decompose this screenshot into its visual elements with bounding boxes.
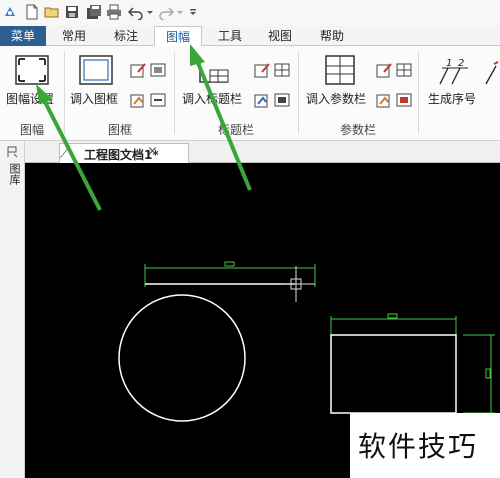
frame-export-icon[interactable] [150,92,166,108]
tab-frame[interactable]: 图幅 [154,26,202,47]
quick-access-toolbar [0,0,500,26]
undo-dropdown-icon[interactable] [146,3,154,21]
tab-view[interactable]: 视图 [262,26,298,46]
ribbon-panel: 图幅设置 图幅 调入图框 图框 调入标题栏 标题栏 调入参数栏 参数栏 1 2 … [0,46,500,141]
edit-frame-icon[interactable] [130,62,146,78]
save-icon[interactable] [64,3,80,21]
group-label-titleblock: 标题栏 [218,123,255,137]
tab-corner-icon [59,145,71,159]
edit-paramblock-icon[interactable] [376,62,392,78]
insert-titleblock-icon[interactable] [196,56,232,86]
group-label-paramblock: 参数栏 [340,123,377,137]
save-all-icon[interactable] [86,3,102,21]
insert-paramblock-icon[interactable] [322,54,358,86]
tab-help[interactable]: 帮助 [314,26,350,46]
group-separator [418,52,419,134]
frame-setup-button[interactable]: 图幅设置 [6,90,54,107]
group-separator [174,52,175,134]
paramblock-save-icon[interactable] [396,92,412,108]
pin-icon[interactable] [4,145,20,159]
paramblock-export-icon[interactable] [376,92,392,108]
crosshair-cursor [281,266,315,302]
rectangle-dimension [330,313,495,414]
group-separator [298,52,299,134]
undo-icon[interactable] [128,3,144,21]
serial-variant-icon[interactable] [484,60,500,86]
insert-titleblock-button[interactable]: 调入标题栏 [182,90,242,107]
group-label-frame-size: 图幅 [20,123,45,137]
tab-tools[interactable]: 工具 [212,26,248,46]
fill-titleblock-icon[interactable] [274,62,290,78]
titleblock-save-icon[interactable] [274,92,290,108]
close-tab-icon[interactable]: × [147,144,158,159]
ribbon-tab-bar: 菜单 常用 标注 图幅 工具 视图 帮助 [0,26,500,47]
generate-serial-button[interactable]: 生成序号 [428,90,476,107]
group-label-frame: 图框 [108,123,133,137]
tab-common[interactable]: 常用 [56,26,92,46]
insert-paramblock-button[interactable]: 调入参数栏 [306,90,366,107]
tab-menu[interactable]: 菜单 [0,26,46,46]
print-icon[interactable] [106,3,122,21]
generate-serial-icon[interactable]: 12 [434,54,474,86]
watermark-box: 软件技巧 [350,413,500,478]
titleblock-export-icon[interactable] [254,92,270,108]
group-separator [64,52,65,134]
insert-frame-icon[interactable] [78,54,114,86]
watermark-text: 软件技巧 [358,430,479,463]
customize-toolbar-icon[interactable] [188,3,198,21]
tab-annotate[interactable]: 标注 [108,26,144,46]
library-panel-label[interactable]: 图库 [6,163,21,185]
fill-paramblock-icon[interactable] [396,62,412,78]
redo-dropdown-icon[interactable] [176,3,184,21]
svg-text:1: 1 [446,58,452,69]
open-folder-icon[interactable] [44,3,60,21]
svg-text:2: 2 [458,58,464,69]
circle-shape [118,294,246,422]
redo-icon[interactable] [158,3,174,21]
insert-frame-button[interactable]: 调入图框 [70,90,118,107]
new-file-icon[interactable] [24,3,40,21]
edit-titleblock-icon[interactable] [254,62,270,78]
frame-properties-icon[interactable] [150,62,166,78]
rectangle-shape [330,334,457,414]
document-tab[interactable]: 工程图文档1* [59,143,189,163]
frame-setup-icon[interactable] [14,54,50,86]
side-panel: 图库 [0,141,25,478]
document-tab-strip: 工程图文档1* × [25,141,500,163]
frame-fill-icon[interactable] [130,92,146,108]
app-logo-icon[interactable] [2,3,18,21]
